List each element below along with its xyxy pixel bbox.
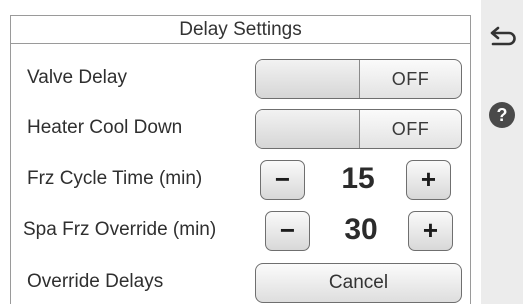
delay-settings-panel: Delay Settings Valve Delay OFF Heater Co…: [10, 15, 471, 304]
heater-cool-down-state: OFF: [391, 119, 430, 139]
frz-cycle-increment-button[interactable]: +: [406, 160, 451, 200]
row-heater-cool-down: Heater Cool Down OFF: [11, 104, 470, 152]
heater-cool-down-toggle[interactable]: OFF: [255, 109, 462, 149]
spa-frz-decrement-button[interactable]: −: [265, 211, 310, 251]
toggle-knob[interactable]: [256, 60, 360, 98]
spa-frz-override-label: Spa Frz Override (min): [23, 219, 217, 240]
spa-frz-increment-button[interactable]: +: [408, 211, 453, 251]
frz-cycle-decrement-button[interactable]: −: [260, 160, 305, 200]
page-title: Delay Settings: [11, 16, 470, 44]
help-icon[interactable]: ?: [489, 102, 515, 128]
row-frz-cycle-time: Frz Cycle Time (min) − 15 +: [11, 155, 470, 203]
cancel-override-button[interactable]: Cancel: [255, 263, 462, 303]
override-delays-label: Override Delays: [27, 271, 164, 292]
heater-cool-down-label: Heater Cool Down: [27, 117, 183, 138]
side-rail: ?: [481, 0, 523, 304]
row-valve-delay: Valve Delay OFF: [11, 54, 470, 102]
spa-frz-override-value: 30: [344, 213, 378, 246]
valve-delay-state: OFF: [391, 69, 430, 89]
row-spa-frz-override: Spa Frz Override (min) − 30 +: [11, 206, 470, 254]
frz-cycle-time-label: Frz Cycle Time (min): [27, 168, 203, 189]
row-override-delays: Override Delays Cancel: [11, 258, 470, 304]
frz-cycle-time-value: 15: [341, 162, 375, 195]
valve-delay-toggle[interactable]: OFF: [255, 59, 462, 99]
toggle-knob[interactable]: [256, 110, 360, 148]
help-glyph: ?: [496, 105, 508, 125]
valve-delay-label: Valve Delay: [27, 67, 127, 88]
back-arrow-icon[interactable]: [485, 24, 519, 54]
